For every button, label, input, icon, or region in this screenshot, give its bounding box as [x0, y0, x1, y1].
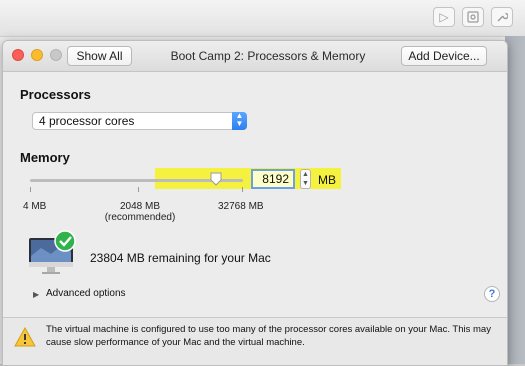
settings-glyph: [467, 11, 479, 23]
dialog-titlebar: Show All Boot Camp 2: Processors & Memor…: [3, 41, 507, 72]
scale-recommended-value: 2048 MB: [119, 201, 161, 212]
scale-recommended-note: (recommended): [104, 212, 176, 223]
settings-icon[interactable]: [462, 7, 484, 27]
slider-tick-min: [30, 187, 31, 192]
scale-recommended-label: 2048 MB (recommended): [102, 201, 178, 223]
warning-message: The virtual machine is configured to use…: [46, 324, 491, 348]
select-arrows-icon: ▲ ▼: [232, 112, 247, 130]
scale-max-label: 32768 MB: [218, 201, 264, 212]
disclosure-triangle-icon[interactable]: ▶: [33, 290, 39, 299]
advanced-options-toggle[interactable]: Advanced options: [46, 288, 126, 299]
wrench-glyph: [497, 12, 508, 22]
show-all-button[interactable]: Show All: [67, 46, 132, 66]
zoom-button[interactable]: [50, 49, 62, 61]
help-button[interactable]: ?: [484, 286, 500, 302]
close-button[interactable]: [12, 49, 24, 61]
memory-slider-thumb[interactable]: [210, 172, 222, 186]
wrench-icon[interactable]: [491, 7, 513, 27]
memory-unit: MB: [318, 173, 336, 187]
processors-heading: Processors: [20, 87, 91, 102]
scale-min-label: 4 MB: [23, 201, 47, 212]
dialog-title: Boot Camp 2: Processors & Memory: [170, 49, 366, 63]
processor-cores-select[interactable]: 4 processor cores ▲ ▼: [32, 112, 247, 130]
remaining-memory-text: 23804 MB remaining for your Mac: [90, 251, 271, 265]
memory-heading: Memory: [20, 150, 70, 165]
memory-input[interactable]: 8192: [251, 169, 295, 189]
warning-icon: [14, 327, 36, 347]
processors-memory-dialog: Show All Boot Camp 2: Processors & Memor…: [2, 40, 508, 366]
minimize-button[interactable]: [31, 49, 43, 61]
background-toolbar: ▷: [0, 0, 525, 37]
slider-tick-max: [242, 187, 243, 192]
add-device-button[interactable]: Add Device...: [401, 46, 487, 66]
desktop-strip: [505, 36, 525, 364]
warning-bar: The virtual machine is configured to use…: [3, 317, 507, 365]
slider-tick-recommended: [138, 187, 139, 192]
memory-stepper[interactable]: ▲ ▼: [300, 169, 311, 189]
imac-check-icon: [29, 230, 76, 274]
processor-cores-value: 4 processor cores: [39, 114, 135, 128]
play-icon[interactable]: ▷: [433, 7, 455, 27]
